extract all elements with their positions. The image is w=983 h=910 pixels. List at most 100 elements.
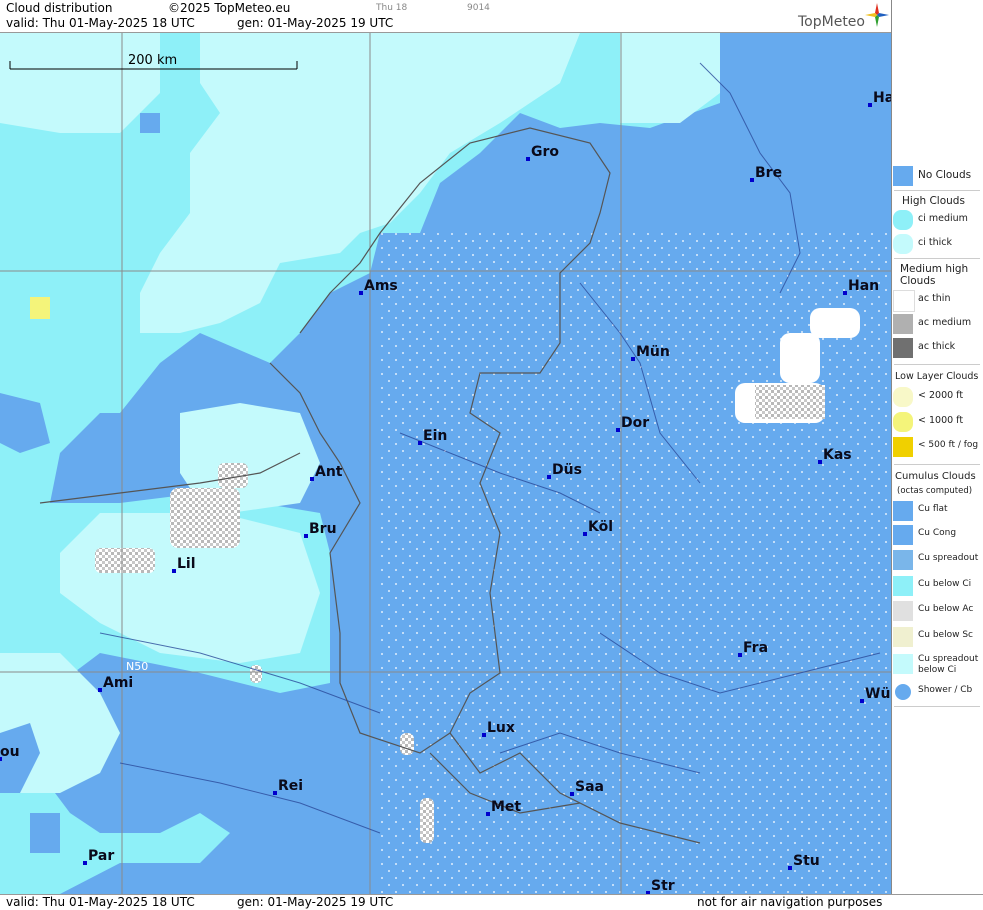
city-label: Ha	[873, 90, 891, 106]
city-marker[interactable]: Kas	[818, 447, 852, 464]
legend-swatch	[893, 525, 913, 545]
legend-swatch	[893, 338, 913, 358]
city-dot	[486, 812, 490, 816]
city-marker[interactable]: Ant	[310, 464, 343, 481]
legend-low-1000: < 1000 ft	[892, 410, 983, 434]
legend-cu-spread-below-ci: Cu spreadout below Ci	[892, 652, 983, 682]
legend-swatch	[893, 290, 915, 312]
city-label: Han	[848, 278, 879, 294]
city-dot	[818, 460, 822, 464]
legend-swatch	[893, 627, 913, 647]
city-label: Köl	[588, 519, 613, 535]
city-marker[interactable]: Par	[83, 848, 114, 865]
city-label: Rei	[278, 778, 303, 794]
code-tab[interactable]: 9014	[467, 3, 490, 13]
map-header: Cloud distribution ©2025 TopMeteo.eu Thu…	[0, 0, 891, 33]
legend-swatch	[893, 314, 913, 334]
legend-ac-thick: ac thick	[892, 336, 983, 360]
copyright: ©2025 TopMeteo.eu	[168, 1, 291, 15]
city-label: Wü	[865, 686, 890, 702]
legend-swatch	[893, 550, 913, 570]
city-label: Stu	[793, 853, 820, 869]
legend-ac-medium: ac medium	[892, 312, 983, 336]
legend-label: Cu flat	[918, 504, 948, 514]
city-marker[interactable]: Lux	[482, 720, 515, 737]
city-dot	[310, 477, 314, 481]
legend-cu-below-sc: Cu below Sc	[892, 625, 983, 649]
legend-cu-flat: Cu flat	[892, 499, 983, 523]
city-dot	[83, 861, 87, 865]
legend-heading-line: Medium high	[900, 263, 969, 275]
city-dot	[98, 688, 102, 692]
city-label: Kas	[823, 447, 852, 463]
legend-swatch	[893, 412, 913, 432]
city-dot	[304, 534, 308, 538]
city-marker[interactable]: Stu	[788, 853, 820, 870]
legend-label-line: Cu spreadout	[918, 654, 979, 664]
city-dot	[788, 866, 792, 870]
city-dot	[868, 103, 872, 107]
city-marker[interactable]: Köl	[583, 519, 613, 536]
city-label: Ant	[315, 464, 343, 480]
legend-label: Cu below Ac	[918, 604, 974, 614]
city-dot	[570, 792, 574, 796]
cloud-map[interactable]: N50 200 km Ha Gro Bre Ams Han Mün Dor Ein Kas Ant…	[0, 33, 891, 894]
city-dot	[750, 178, 754, 182]
legend-swatch	[893, 501, 913, 521]
legend-swatch	[893, 210, 913, 230]
legend-label: No Clouds	[918, 169, 972, 181]
city-marker[interactable]: Fra	[738, 640, 768, 657]
city-marker[interactable]: Ein	[418, 428, 447, 445]
legend-heading-line: Clouds	[900, 275, 936, 287]
city-marker[interactable]: Met	[486, 799, 521, 816]
city-marker[interactable]: Bru	[304, 521, 337, 538]
legend-ci-medium: ci medium	[892, 208, 983, 232]
legend-cu-spreadout: Cu spreadout	[892, 548, 983, 572]
legend-label: Cu below Ci	[918, 579, 972, 589]
legend-label: ac thick	[918, 341, 956, 352]
scale-label: 200 km	[128, 53, 177, 68]
city-dot	[547, 475, 551, 479]
city-marker[interactable]: ou	[0, 744, 20, 761]
legend-swatch	[893, 387, 913, 407]
valid-time: valid: Thu 01-May-2025 18 UTC	[6, 16, 195, 30]
city-label: Par	[88, 848, 114, 864]
city-marker[interactable]: Düs	[547, 462, 582, 479]
legend-swatch	[893, 576, 913, 596]
time-tab[interactable]: Thu 18	[376, 3, 407, 13]
legend-divider	[894, 464, 980, 465]
city-marker[interactable]: Str	[646, 878, 675, 894]
city-marker[interactable]: Ams	[359, 278, 398, 295]
legend-swatch	[893, 234, 913, 254]
city-marker[interactable]: Gro	[526, 144, 559, 161]
legend-label: Cu below Sc	[918, 630, 973, 640]
city-dot	[843, 291, 847, 295]
city-label: Ami	[103, 675, 133, 691]
city-marker[interactable]: Han	[843, 278, 879, 295]
city-marker[interactable]: Saa	[570, 779, 604, 796]
city-marker[interactable]: Bre	[750, 165, 782, 182]
city-marker[interactable]: Mün	[631, 344, 670, 361]
legend-label: ci medium	[918, 213, 968, 224]
city-marker[interactable]: Wü	[860, 686, 890, 703]
city-label: Fra	[743, 640, 768, 656]
city-label: Met	[491, 799, 521, 815]
city-dot	[172, 569, 176, 573]
legend-swatch	[893, 437, 913, 457]
legend-cu-cong: Cu Cong	[892, 523, 983, 547]
city-label: Saa	[575, 779, 604, 795]
city-marker[interactable]: Rei	[273, 778, 303, 795]
city-label: Dor	[621, 415, 649, 431]
legend-cu-below-ci: Cu below Ci	[892, 574, 983, 598]
city-dot	[631, 357, 635, 361]
city-marker[interactable]: Dor	[616, 415, 649, 432]
legend-heading: Low Layer Clouds	[895, 371, 979, 382]
footer-valid-time: valid: Thu 01-May-2025 18 UTC	[6, 895, 195, 909]
city-marker[interactable]: Ami	[98, 675, 133, 692]
city-label: Bre	[755, 165, 782, 181]
legend-divider	[894, 258, 980, 259]
legend-cu-below-ac: Cu below Ac	[892, 599, 983, 623]
legend-label-line: below Ci	[918, 665, 957, 675]
legend-label: ci thick	[918, 237, 952, 248]
footer-disclaimer: not for air navigation purposes	[697, 895, 883, 909]
